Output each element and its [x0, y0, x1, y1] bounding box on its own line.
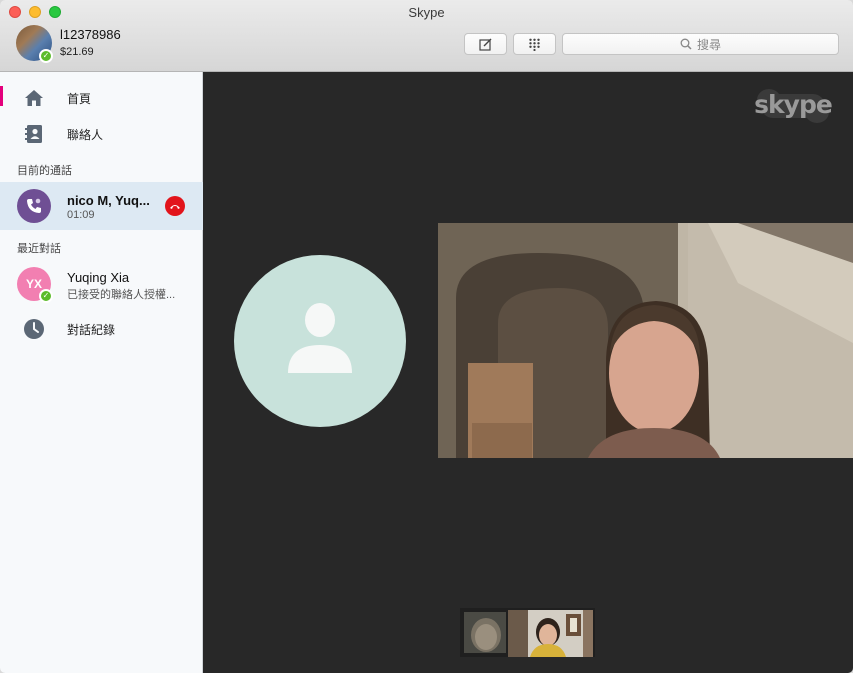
sidebar-item-label: 首頁 — [67, 91, 92, 106]
hangup-icon — [170, 205, 180, 209]
sidebar-item-home[interactable]: 首頁 — [0, 81, 203, 115]
contact-name: Yuqing Xia — [67, 270, 130, 285]
new-conversation-button[interactable] — [464, 33, 507, 55]
video-frame — [438, 223, 853, 458]
compose-icon — [479, 38, 492, 51]
dialpad-icon — [529, 38, 540, 51]
remote-video-feed[interactable] — [438, 223, 853, 458]
recent-conversations-header: 最近對話 — [17, 243, 61, 255]
skype-window: Skype ✓ l12378986 $21.69 搜尋 首頁 聯絡人 目前的通話… — [0, 0, 853, 673]
contacts-icon — [23, 123, 45, 145]
search-icon — [680, 38, 692, 50]
skype-logo: skype — [751, 86, 835, 126]
home-icon — [23, 87, 45, 109]
profile-username[interactable]: l12378986 — [60, 27, 121, 42]
sidebar-item-label: 對話紀錄 — [67, 322, 116, 337]
hangup-button[interactable] — [165, 196, 185, 216]
message-preview: 已接受的聯絡人授權... — [67, 289, 176, 301]
recent-conversation-item[interactable]: YX ✓ Yuqing Xia 已接受的聯絡人授權... — [0, 262, 203, 310]
online-status-icon: ✓ — [39, 49, 53, 63]
sidebar-item-label: 聯絡人 — [67, 127, 104, 142]
sidebar: 首頁 聯絡人 目前的通話 nico M, Yuq... 01:09 最近對話 Y… — [0, 72, 203, 673]
phone-icon — [27, 198, 41, 213]
self-preview-inactive[interactable] — [464, 612, 506, 653]
clock-icon — [23, 318, 45, 340]
title-bar: Skype ✓ l12378986 $21.69 搜尋 — [0, 0, 853, 72]
search-input[interactable]: 搜尋 — [562, 33, 839, 55]
call-participants: nico M, Yuq... — [67, 193, 150, 208]
self-preview-tray[interactable] — [460, 608, 595, 657]
call-stage: skype — [203, 72, 853, 673]
current-call-item[interactable]: nico M, Yuq... 01:09 — [0, 182, 203, 230]
search-placeholder: 搜尋 — [696, 37, 721, 52]
profile-credit[interactable]: $21.69 — [60, 46, 94, 58]
online-status-icon: ✓ — [39, 289, 53, 303]
participant-placeholder-avatar — [234, 255, 406, 427]
dialpad-button[interactable] — [513, 33, 556, 55]
group-call-avatar — [17, 189, 51, 223]
sidebar-item-history[interactable]: 對話紀錄 — [0, 312, 203, 346]
call-duration: 01:09 — [67, 209, 95, 221]
sidebar-item-contacts[interactable]: 聯絡人 — [0, 117, 203, 151]
self-preview-video[interactable] — [508, 610, 593, 657]
window-title: Skype — [408, 5, 445, 20]
skype-logo-text: skype — [754, 90, 833, 119]
person-icon — [288, 303, 352, 373]
current-calls-header: 目前的通話 — [17, 165, 72, 177]
